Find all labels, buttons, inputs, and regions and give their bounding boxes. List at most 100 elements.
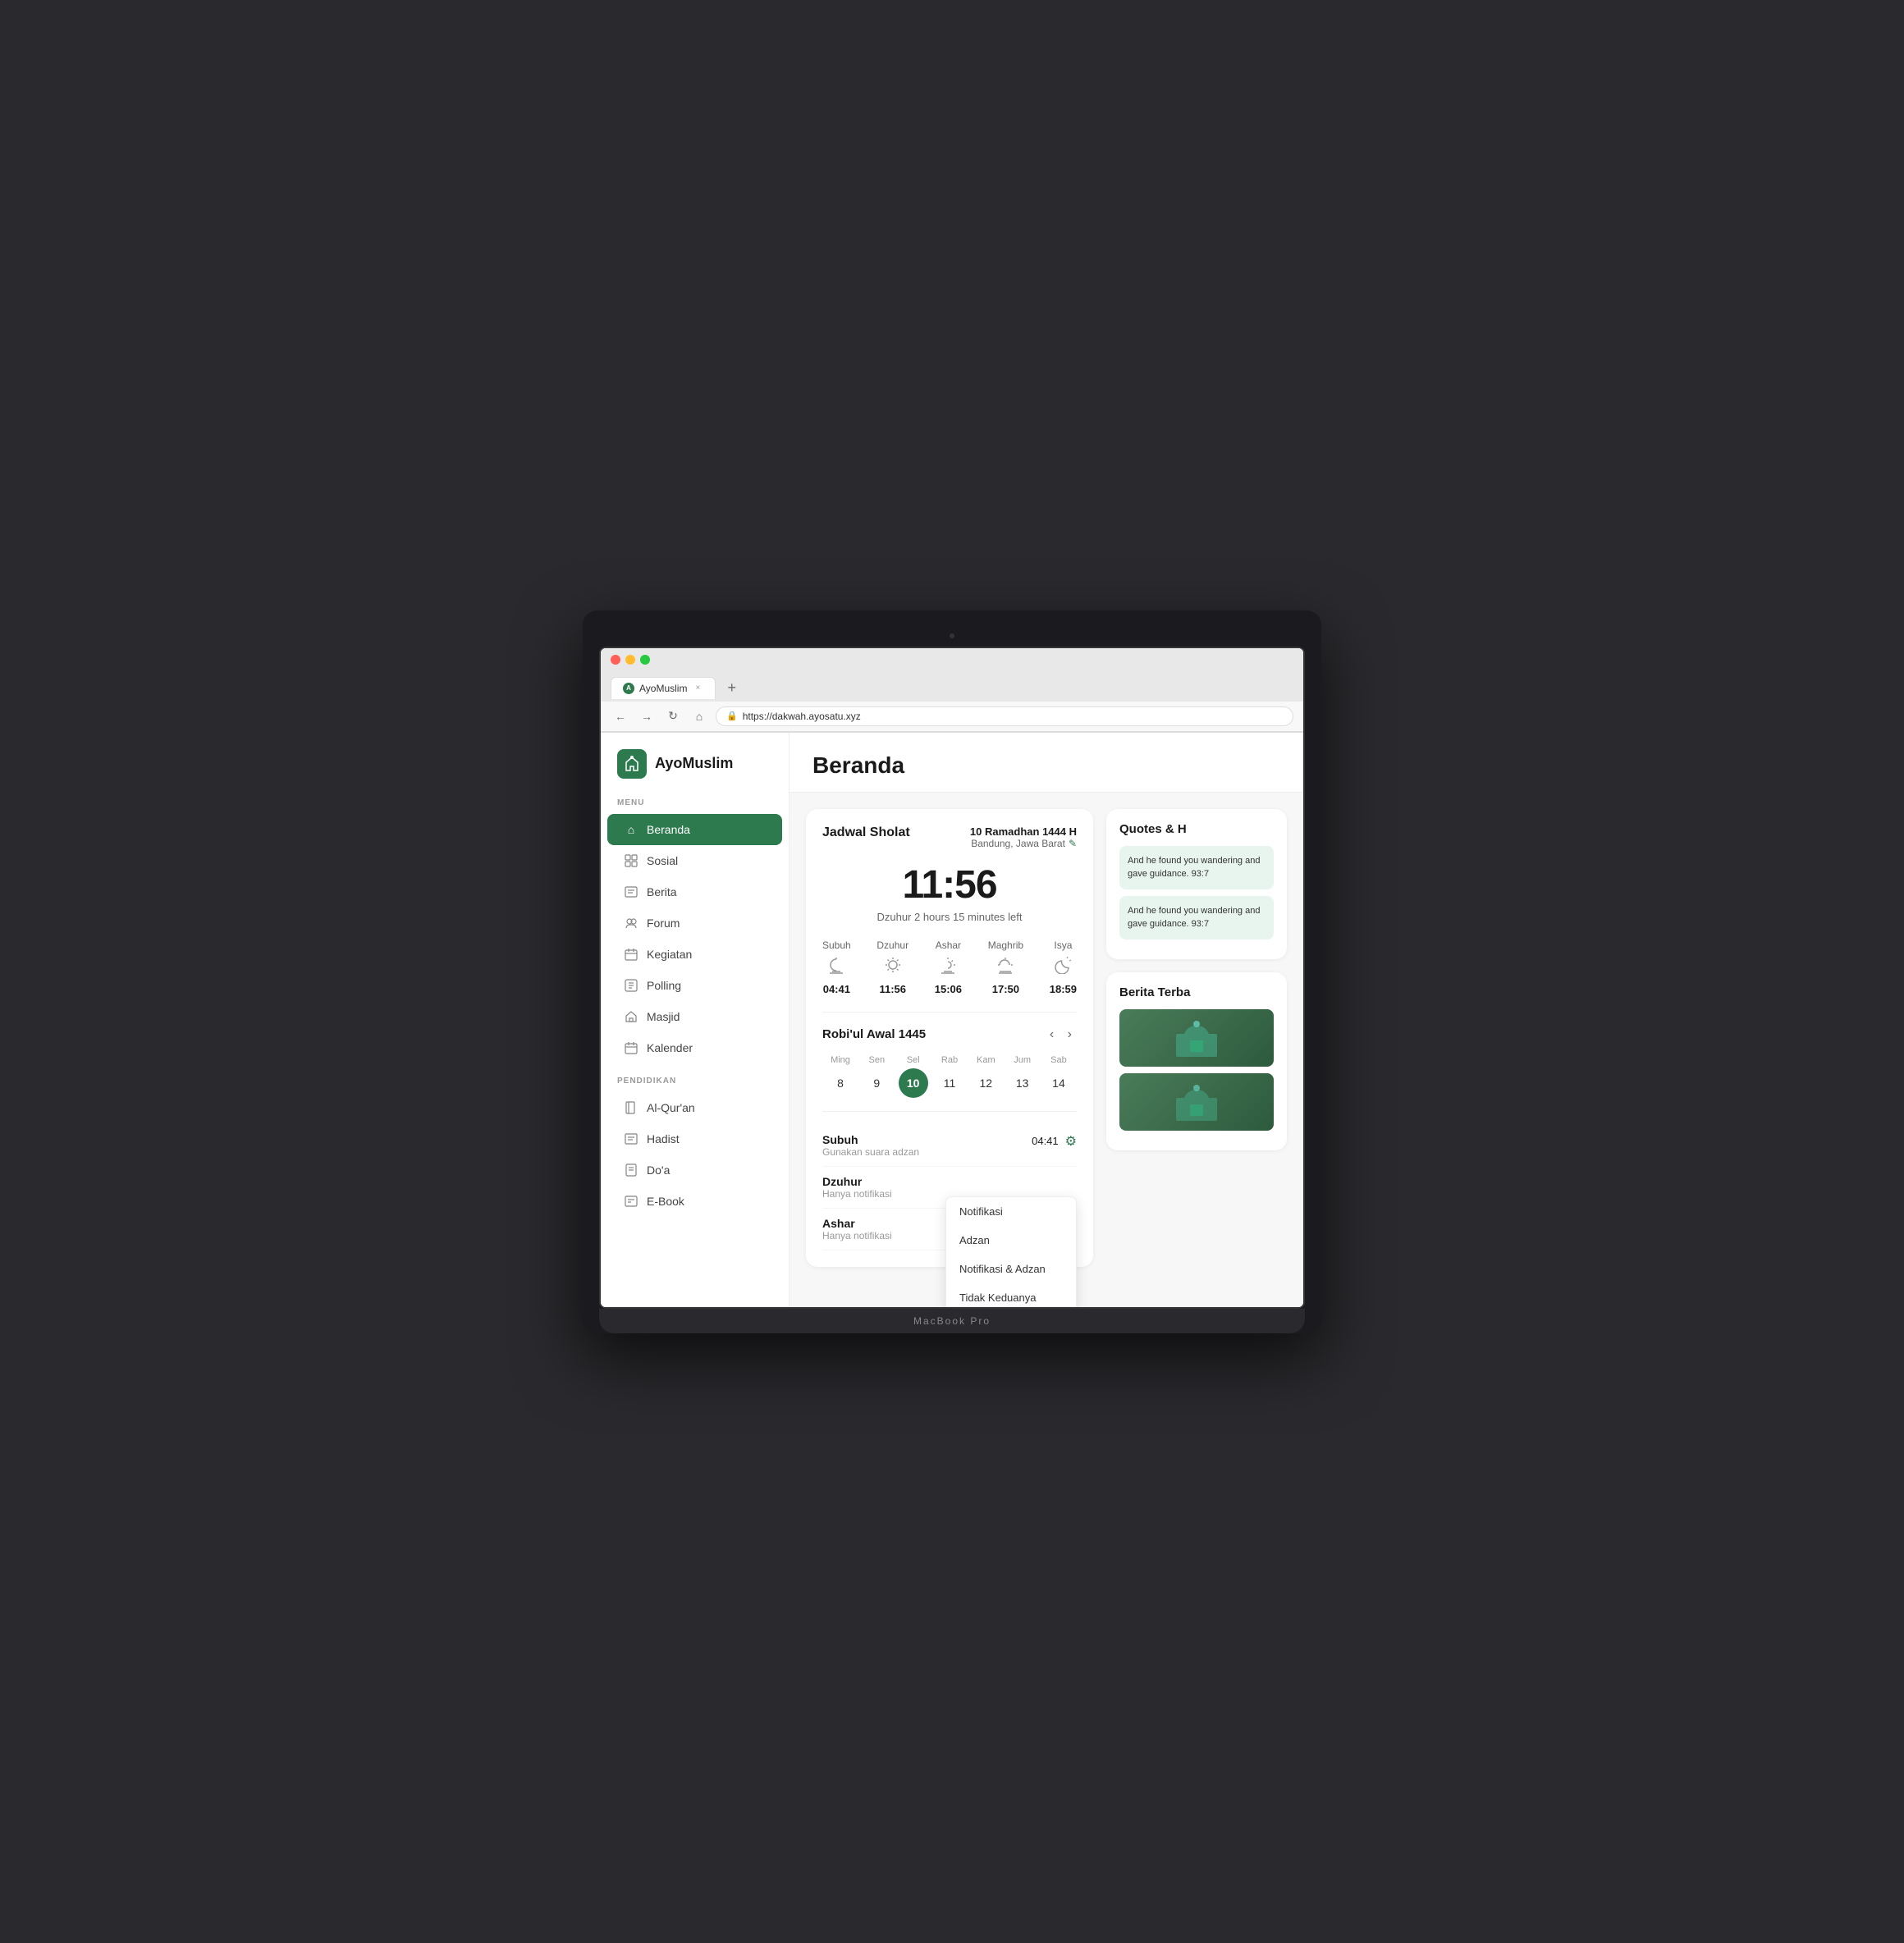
browser-toolbar: ← → ↻ ⌂ 🔒 https://dakwah.ayosatu.xyz xyxy=(601,702,1303,732)
cal-day-ming: Ming 8 xyxy=(822,1055,858,1098)
schedule-dzuhur-name: Dzuhur xyxy=(822,1175,1077,1188)
prayer-isya-time: 18:59 xyxy=(1050,983,1077,995)
news-card: Berita Terba xyxy=(1106,972,1287,1150)
day-num-9[interactable]: 9 xyxy=(862,1068,891,1098)
cal-day-sel: Sel 10 xyxy=(895,1055,931,1098)
prayer-dzuhur-name: Dzuhur xyxy=(876,939,909,951)
calendar-month: Robi'ul Awal 1445 xyxy=(822,1027,926,1041)
dzuhur-icon xyxy=(884,956,902,978)
prayer-dzuhur-time: 11:56 xyxy=(879,983,906,995)
polling-label: Polling xyxy=(647,979,681,992)
location-text: Bandung, Jawa Barat ✎ xyxy=(970,838,1077,849)
dropdown-notifikasi[interactable]: Notifikasi xyxy=(946,1197,1076,1226)
ashar-icon xyxy=(939,956,957,978)
page-title: Beranda xyxy=(812,752,1280,779)
news-image-1[interactable] xyxy=(1119,1009,1274,1067)
laptop-bottom: MacBook Pro xyxy=(599,1309,1305,1333)
calendar-days: Ming 8 Sen 9 Sel 10 xyxy=(822,1055,1077,1098)
day-num-12[interactable]: 12 xyxy=(971,1068,1000,1098)
prayer-ashar: Ashar 15:06 xyxy=(935,939,962,995)
close-window-button[interactable] xyxy=(611,655,620,665)
quote-item-2: And he found you wandering and gave guid… xyxy=(1119,896,1274,939)
schedule-subuh: Subuh Gunakan suara adzan 04:41 ⚙ xyxy=(822,1125,1077,1167)
sidebar-item-kalender[interactable]: Kalender xyxy=(607,1032,782,1063)
doa-label: Do'a xyxy=(647,1164,670,1177)
address-bar[interactable]: 🔒 https://dakwah.ayosatu.xyz xyxy=(716,706,1293,726)
back-button[interactable]: ← xyxy=(611,706,630,726)
sidebar-item-beranda[interactable]: ⌂ Beranda xyxy=(607,814,782,845)
sidebar-item-ebook[interactable]: E-Book xyxy=(607,1186,782,1217)
quote-item-1: And he found you wandering and gave guid… xyxy=(1119,846,1274,889)
cal-day-sen: Sen 9 xyxy=(858,1055,895,1098)
sidebar-item-kegiatan[interactable]: Kegiatan xyxy=(607,939,782,970)
day-num-13[interactable]: 13 xyxy=(1008,1068,1037,1098)
calendar-next-button[interactable]: › xyxy=(1063,1026,1077,1044)
camera-dot xyxy=(950,633,954,638)
news-image-2[interactable] xyxy=(1119,1073,1274,1131)
right-panel: Quotes & H And he found you wandering an… xyxy=(1106,809,1287,1267)
quotes-card: Quotes & H And he found you wandering an… xyxy=(1106,809,1287,959)
reload-button[interactable]: ↻ xyxy=(663,706,683,726)
day-num-14[interactable]: 14 xyxy=(1044,1068,1073,1098)
dropdown-tidak-keduanya[interactable]: Tidak Keduanya xyxy=(946,1283,1076,1307)
app-layout: AyoMuslim MENU ⌂ Beranda Sosial xyxy=(601,733,1303,1307)
dropdown-adzan[interactable]: Adzan xyxy=(946,1226,1076,1255)
sidebar-item-masjid[interactable]: Masjid xyxy=(607,1001,782,1032)
sosial-label: Sosial xyxy=(647,854,678,867)
masjid-icon xyxy=(624,1009,638,1024)
browser-chrome: A AyoMuslim × + ← → ↻ ⌂ 🔒 https://dakwah… xyxy=(601,648,1303,733)
home-button[interactable]: ⌂ xyxy=(689,706,709,726)
schedule-subuh-sub: Gunakan suara adzan xyxy=(822,1146,1032,1158)
prayer-maghrib-time: 17:50 xyxy=(992,983,1019,995)
sidebar-item-sosial[interactable]: Sosial xyxy=(607,845,782,876)
pendidikan-section-label: PENDIDIKAN xyxy=(601,1077,789,1092)
sidebar-item-polling[interactable]: Polling xyxy=(607,970,782,1001)
sidebar-item-hadist[interactable]: Hadist xyxy=(607,1123,782,1154)
cal-day-jum: Jum 13 xyxy=(1005,1055,1041,1098)
prayer-dzuhur: Dzuhur 11:56 xyxy=(876,939,909,995)
new-tab-button[interactable]: + xyxy=(719,674,744,702)
calendar-header: Robi'ul Awal 1445 ‹ › xyxy=(822,1026,1077,1044)
sidebar-logo: AyoMuslim xyxy=(601,749,789,798)
laptop-brand-label: MacBook Pro xyxy=(913,1315,991,1327)
prayer-card-date: 10 Ramadhan 1444 H Bandung, Jawa Barat ✎ xyxy=(970,825,1077,849)
browser-tabs: A AyoMuslim × + xyxy=(601,671,1303,702)
kalender-label: Kalender xyxy=(647,1041,693,1054)
menu-section-label: MENU xyxy=(601,798,789,814)
alquran-icon xyxy=(624,1100,638,1115)
subuh-settings-icon[interactable]: ⚙ xyxy=(1065,1133,1077,1150)
dropdown-notifikasi-adzan[interactable]: Notifikasi & Adzan xyxy=(946,1255,1076,1283)
fullscreen-window-button[interactable] xyxy=(640,655,650,665)
hadist-icon xyxy=(624,1132,638,1146)
prayer-times-row: Subuh 04:41 Dzuhur xyxy=(822,939,1077,995)
tab-close-button[interactable]: × xyxy=(692,683,703,694)
day-num-8[interactable]: 8 xyxy=(826,1068,855,1098)
prayer-maghrib-name: Maghrib xyxy=(988,939,1023,951)
prayer-card-title: Jadwal Sholat xyxy=(822,825,910,840)
sidebar-item-forum[interactable]: Forum xyxy=(607,907,782,939)
lock-icon: 🔒 xyxy=(726,711,738,721)
day-num-11[interactable]: 11 xyxy=(935,1068,964,1098)
edit-location-icon[interactable]: ✎ xyxy=(1069,838,1077,849)
sidebar-item-alquran[interactable]: Al-Qur'an xyxy=(607,1092,782,1123)
quote-text-1: And he found you wandering and gave guid… xyxy=(1128,854,1266,881)
doa-icon xyxy=(624,1163,638,1177)
prayer-card: Jadwal Sholat 10 Ramadhan 1444 H Bandung… xyxy=(806,809,1093,1267)
calendar-prev-button[interactable]: ‹ xyxy=(1045,1026,1059,1044)
cal-day-sab: Sab 14 xyxy=(1041,1055,1077,1098)
active-tab[interactable]: A AyoMuslim × xyxy=(611,677,716,699)
url-text: https://dakwah.ayosatu.xyz xyxy=(743,711,861,722)
sidebar-item-berita[interactable]: Berita xyxy=(607,876,782,907)
schedule-dzuhur: Dzuhur Hanya notifikasi Notifikasi Adzan… xyxy=(822,1167,1077,1209)
calendar-nav: ‹ › xyxy=(1045,1026,1077,1044)
prayer-subuh-name: Subuh xyxy=(822,939,851,951)
sidebar-item-doa[interactable]: Do'a xyxy=(607,1154,782,1186)
day-name-ming: Ming xyxy=(831,1055,850,1065)
forward-button[interactable]: → xyxy=(637,706,657,726)
day-name-sen: Sen xyxy=(869,1055,886,1065)
ebook-label: E-Book xyxy=(647,1195,684,1208)
day-num-10[interactable]: 10 xyxy=(899,1068,928,1098)
time-subtitle: Dzuhur 2 hours 15 minutes left xyxy=(822,911,1077,923)
cal-day-rab: Rab 11 xyxy=(931,1055,968,1098)
minimize-window-button[interactable] xyxy=(625,655,635,665)
